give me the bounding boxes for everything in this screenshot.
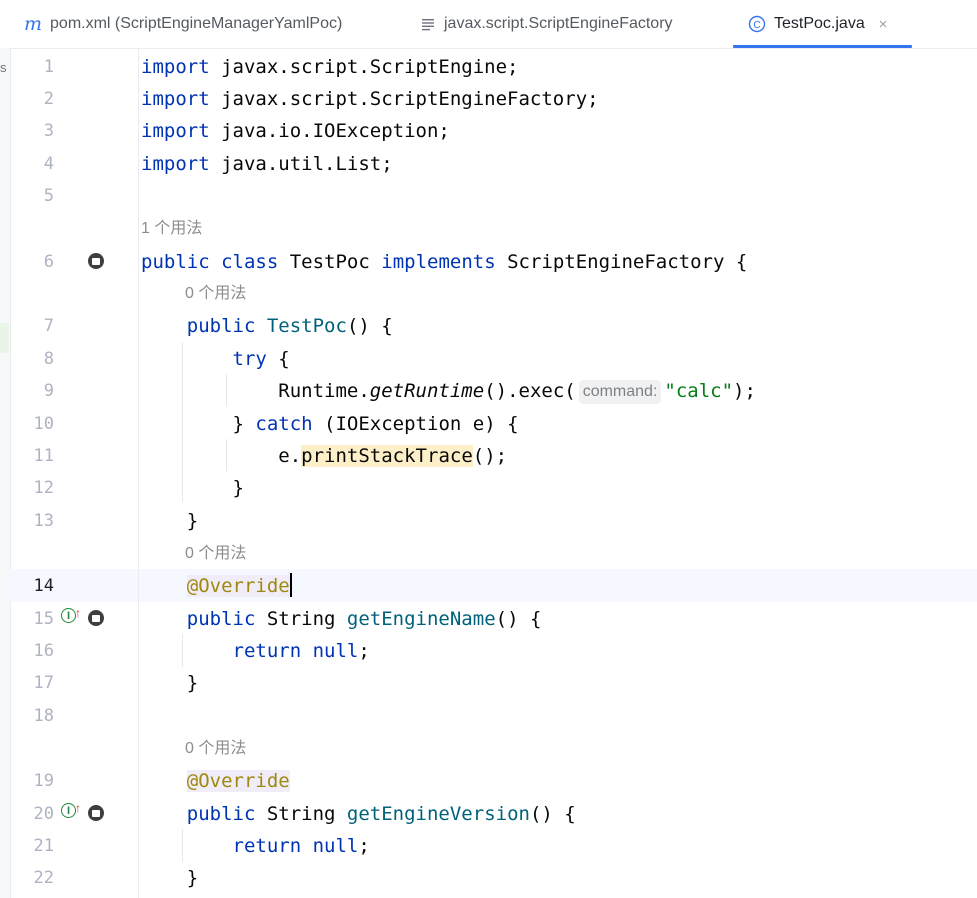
line-number[interactable]: 2 — [10, 83, 54, 115]
line-number[interactable]: 5 — [10, 180, 54, 212]
parameter-hint: command: — [578, 380, 662, 404]
code-line-6[interactable]: public class TestPoc implements ScriptEn… — [141, 246, 747, 278]
line-number[interactable]: 18 — [10, 700, 54, 732]
implements-method-icon[interactable]: I ↑ — [61, 607, 81, 623]
code-line-2[interactable]: import javax.script.ScriptEngineFactory; — [141, 83, 599, 115]
code-line-7[interactable]: public TestPoc() { — [141, 310, 393, 342]
line-number[interactable]: 1 — [10, 51, 54, 83]
line-number[interactable]: 13 — [10, 505, 54, 537]
line-number[interactable]: 21 — [10, 830, 54, 862]
line-number[interactable]: 11 — [10, 440, 54, 472]
code-line-12[interactable]: } — [141, 472, 244, 504]
code-line-3[interactable]: import java.io.IOException; — [141, 115, 450, 147]
code-line-15[interactable]: public String getEngineName() { — [141, 603, 542, 635]
line-number[interactable]: 12 — [10, 472, 54, 504]
usages-hint[interactable]: 0 个用法 — [185, 733, 246, 765]
line-number[interactable]: 17 — [10, 667, 54, 699]
close-icon[interactable]: × — [879, 16, 888, 33]
svg-text:C: C — [753, 20, 760, 31]
code-line-20[interactable]: public String getEngineVersion() { — [141, 798, 576, 830]
implementation-icon[interactable] — [88, 253, 104, 269]
class-c-icon: C — [748, 15, 766, 33]
code-line-22[interactable]: } — [141, 862, 198, 894]
line-number-current[interactable]: 14 — [10, 570, 54, 602]
line-number[interactable]: 9 — [10, 375, 54, 407]
side-panel-label: s — [0, 60, 7, 75]
implements-method-icon[interactable]: I ↑ — [61, 802, 81, 818]
tab-label: javax.script.ScriptEngineFactory — [444, 15, 673, 32]
code-line-14[interactable]: @Override — [141, 570, 292, 602]
tab-testpoc-java[interactable]: C TestPoc.java × — [748, 0, 887, 48]
code-line-13[interactable]: } — [141, 505, 198, 537]
usages-hint[interactable]: 0 个用法 — [185, 538, 246, 570]
code-line-11[interactable]: e.printStackTrace(); — [141, 440, 507, 472]
line-number[interactable]: 4 — [10, 148, 54, 180]
line-number[interactable]: 3 — [10, 115, 54, 147]
editor-tab-bar: m pom.xml (ScriptEngineManagerYamlPoc) j… — [0, 0, 977, 49]
active-tab-indicator — [733, 45, 912, 48]
code-line-9[interactable]: Runtime.getRuntime().exec(command: "calc"… — [141, 375, 756, 407]
line-number[interactable]: 15 — [10, 603, 54, 635]
code-line-19[interactable]: @Override — [141, 765, 290, 797]
usages-hint[interactable]: 0 个用法 — [185, 278, 246, 310]
change-marker — [0, 323, 9, 353]
implementation-icon[interactable] — [88, 805, 104, 821]
code-line-10[interactable]: } catch (IOException e) { — [141, 408, 519, 440]
code-line-4[interactable]: import java.util.List; — [141, 148, 393, 180]
implementation-icon[interactable] — [88, 610, 104, 626]
line-number[interactable]: 16 — [10, 635, 54, 667]
line-number[interactable]: 22 — [10, 862, 54, 894]
code-line-16[interactable]: return null; — [141, 635, 370, 667]
usages-hint[interactable]: 1 个用法 — [141, 213, 202, 245]
gutter-separator — [138, 48, 139, 898]
tab-label: TestPoc.java — [774, 15, 865, 32]
code-line-17[interactable]: } — [141, 667, 198, 699]
line-number[interactable]: 6 — [10, 246, 54, 278]
tab-label: pom.xml (ScriptEngineManagerYamlPoc) — [50, 15, 343, 32]
maven-m-icon: m — [24, 13, 43, 35]
code-line-1[interactable]: import javax.script.ScriptEngine; — [141, 51, 519, 83]
code-line-21[interactable]: return null; — [141, 830, 370, 862]
line-number[interactable]: 19 — [10, 765, 54, 797]
tab-script-engine-factory[interactable]: javax.script.ScriptEngineFactory — [420, 0, 673, 48]
line-number[interactable]: 7 — [10, 310, 54, 342]
highlighted-method: printStackTrace — [301, 445, 473, 467]
text-caret — [289, 573, 292, 597]
line-number[interactable]: 20 — [10, 798, 54, 830]
file-lines-icon — [420, 16, 436, 32]
line-number[interactable]: 10 — [10, 408, 54, 440]
line-number[interactable]: 8 — [10, 343, 54, 375]
tab-pom-xml[interactable]: m pom.xml (ScriptEngineManagerYamlPoc) — [24, 0, 342, 48]
code-line-8[interactable]: try { — [141, 343, 290, 375]
